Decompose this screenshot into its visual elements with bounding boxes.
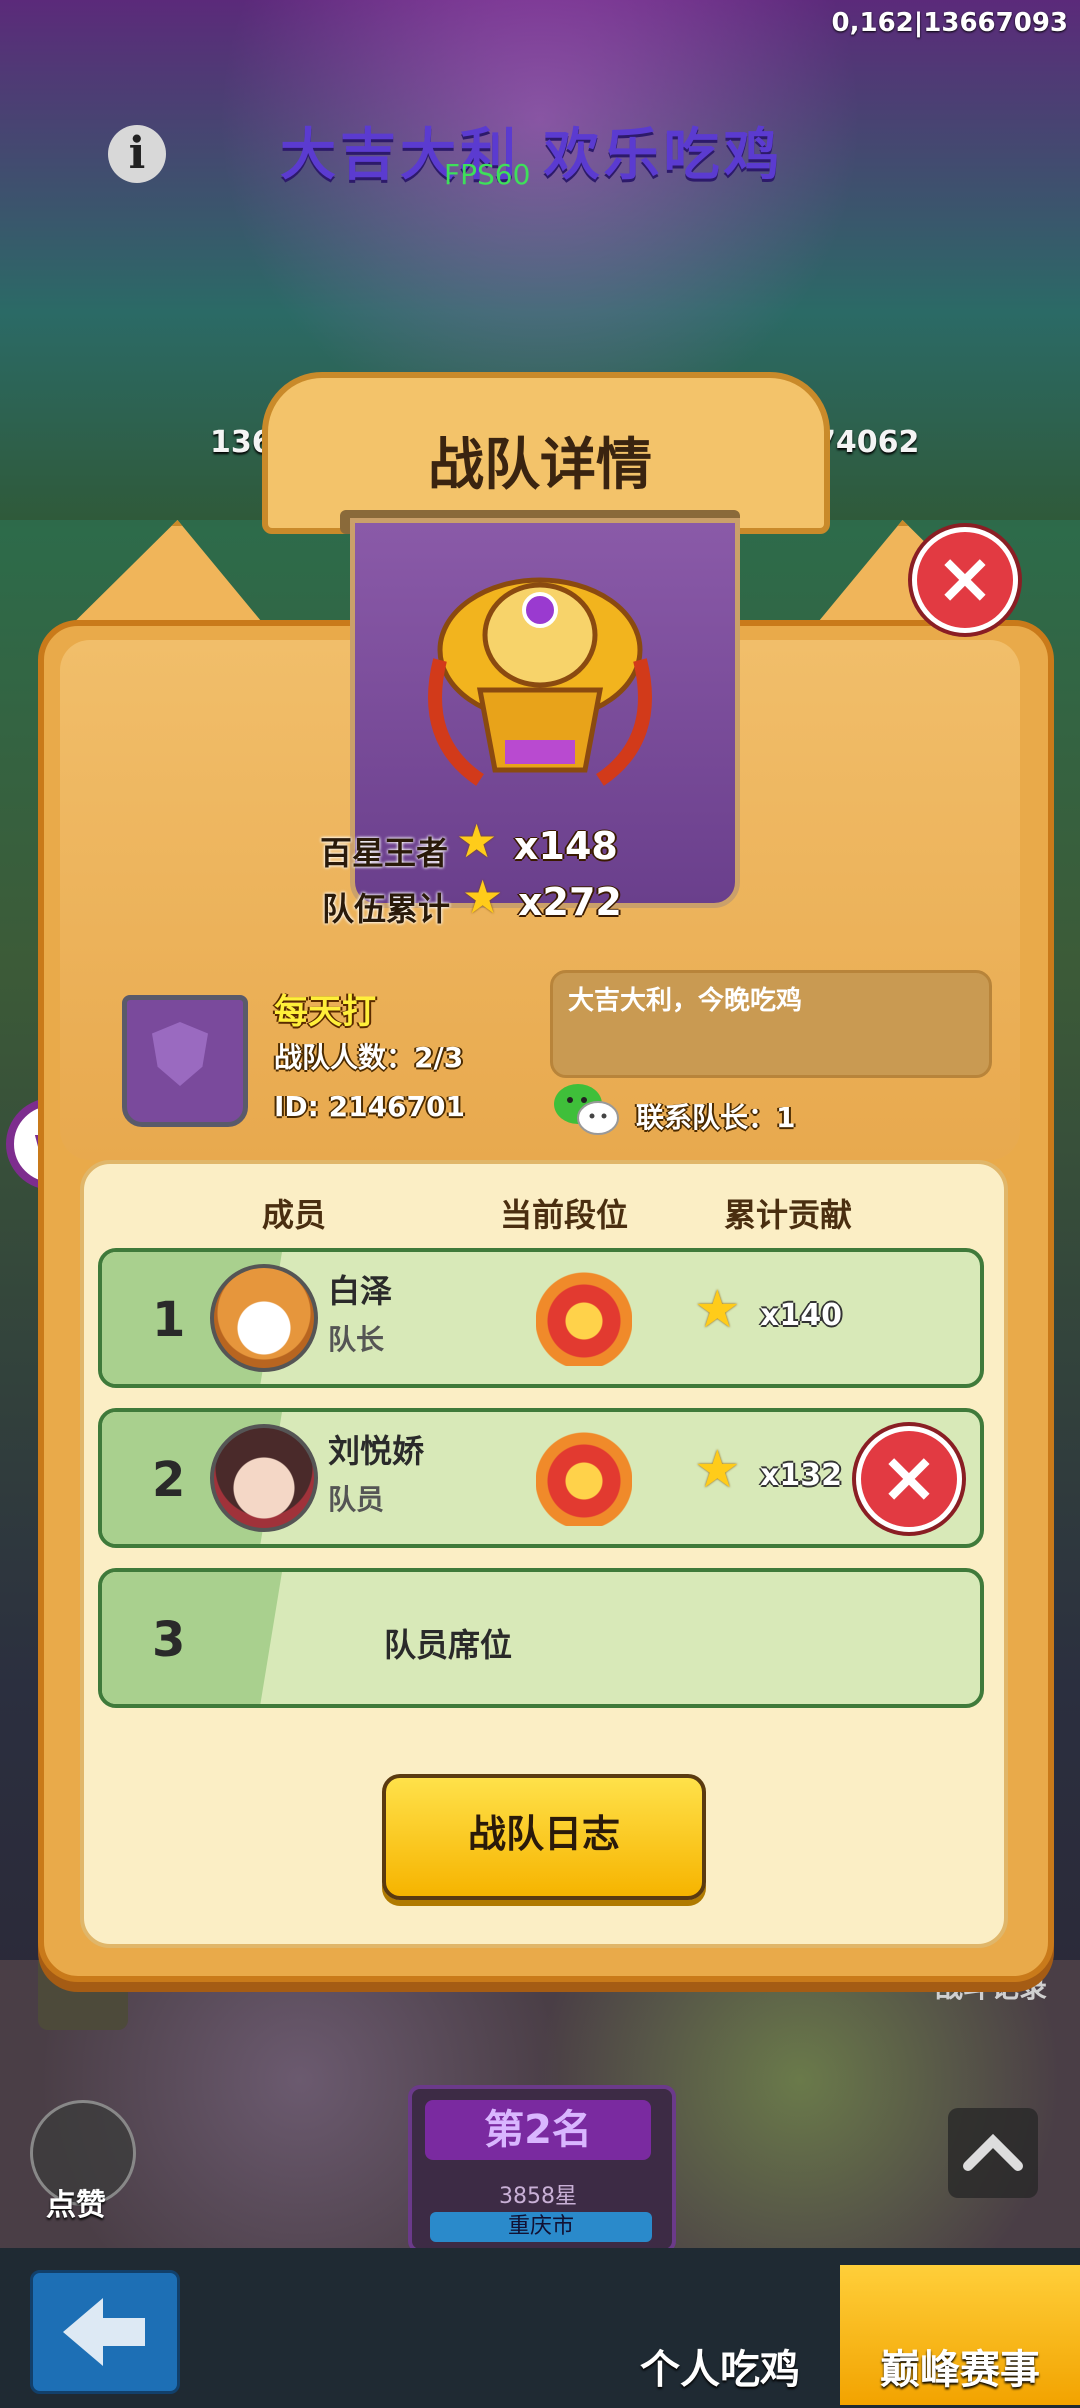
tab-personal-chicken[interactable]: 个人吃鸡 [600,2265,840,2405]
right-player-score: 74062 [815,425,920,460]
row-number: 2 [152,1452,186,1508]
rank-emblem-icon [536,1266,632,1366]
member-name: 白泽 [328,1272,393,1310]
rank-city: 重庆市 [430,2212,652,2242]
back-button[interactable] [30,2270,180,2394]
row-number-bg [102,1572,282,1704]
team-member-count: 战队人数：2/3 [274,1041,464,1074]
like-label[interactable]: 点赞 [46,2180,106,2224]
column-header-rank: 当前段位 [500,1196,629,1234]
avatar[interactable] [210,1424,318,1532]
tab-peak-event[interactable]: 巅峰赛事 [840,2265,1080,2405]
empty-seat-row[interactable]: 3 队员席位 [98,1568,984,1708]
close-icon: × [879,1436,939,1518]
chevron-up-icon [963,2133,1023,2171]
row-number: 1 [152,1292,186,1348]
contact-captain[interactable]: 联系队长：1 [636,1096,795,1136]
arrow-left-icon [63,2298,145,2366]
info-icon[interactable]: i [108,125,166,183]
empty-seat-label: 队员席位 [384,1626,513,1664]
rank-emblem-icon [536,1426,632,1526]
star-icon: ★ [694,1440,741,1500]
fps-counter: FPS60 [444,158,531,191]
star-icon: ★ [694,1280,741,1340]
rank-title: 第2名 [425,2100,651,2160]
team-name: 每天打 [274,992,376,1032]
star-king-value: x148 [514,824,618,868]
tab-peak-event-label: 巅峰赛事 [880,2347,1040,2393]
team-motto: 大吉大利，今晚吃鸡 [568,986,803,1016]
rank-stars: 3858星 [499,2184,577,2209]
team-total-label: 队伍累计 [322,890,451,928]
event-banner-title: 大吉大利 欢乐吃鸡 [280,123,784,188]
member-role: 队长 [328,1323,385,1356]
debug-id-readout: 0,162|13667093 [831,8,1068,38]
dragon-trophy-icon [428,577,652,786]
member-row[interactable]: 2 刘悦娇 队员 ★ x132 × [98,1408,984,1548]
member-row[interactable]: 1 白泽 队长 ★ x140 [98,1248,984,1388]
row-number: 3 [152,1612,186,1668]
close-icon: × [935,537,995,619]
star-king-label: 百星王者 [320,834,449,872]
team-id: ID: 2146701 [274,1090,465,1123]
member-role: 队员 [328,1483,385,1516]
avatar[interactable] [210,1264,318,1372]
team-total-value: x272 [518,880,622,924]
column-header-member: 成员 [262,1196,327,1234]
column-header-contribution: 累计贡献 [724,1196,853,1234]
modal-title: 战队详情 [428,433,652,498]
member-name: 刘悦娇 [328,1432,425,1470]
tab-personal-chicken-label: 个人吃鸡 [640,2347,800,2393]
wechat-icon[interactable] [552,1080,622,1140]
close-modal-button[interactable]: × [912,527,1018,633]
star-icon: ★ [462,870,504,924]
scroll-up-button[interactable] [948,2108,1038,2198]
member-contribution: x140 [760,1298,842,1333]
remove-member-button[interactable]: × [856,1426,962,1532]
member-contribution: x132 [760,1458,842,1493]
star-icon: ★ [456,814,498,868]
team-log-button[interactable]: 战队日志 [382,1774,706,1900]
